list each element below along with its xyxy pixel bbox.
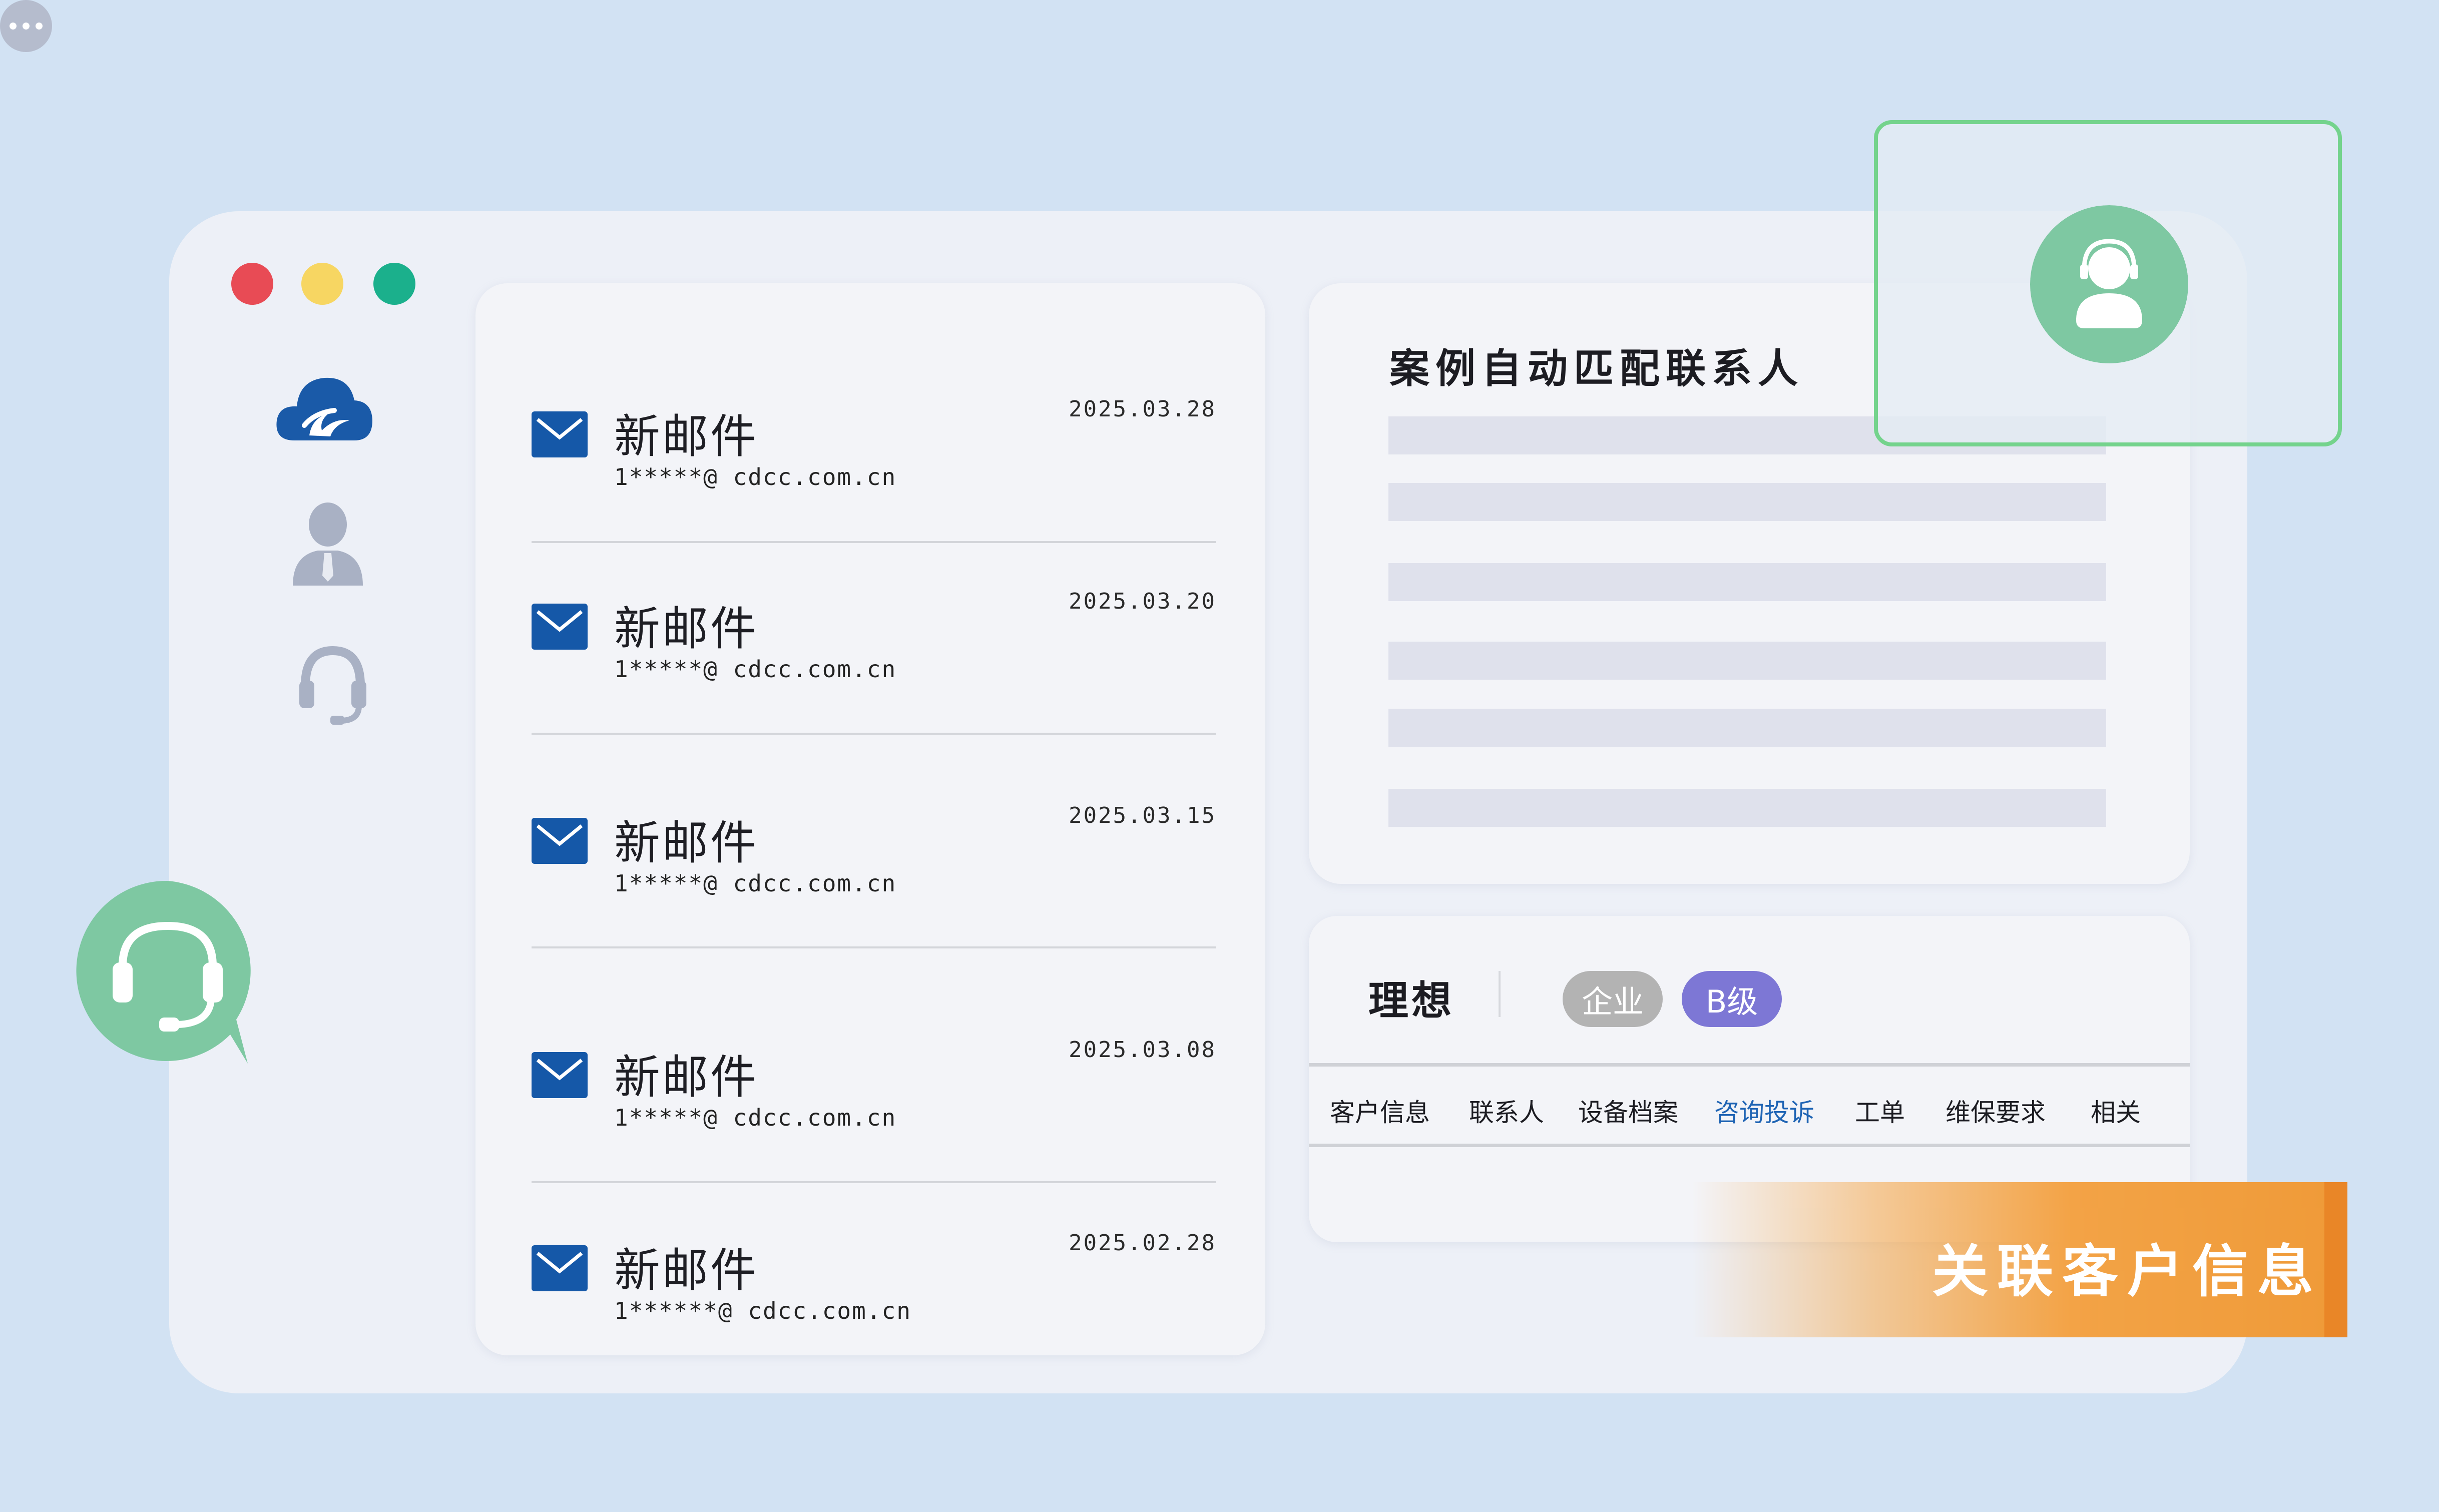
banner-label: 关联客户信息: [1932, 1239, 2322, 1304]
envelope-icon: [532, 411, 588, 457]
mail-divider: [532, 946, 1216, 948]
envelope-icon: [532, 1052, 588, 1098]
tab-contacts[interactable]: 联系人: [1469, 1093, 1544, 1129]
mail-address: 1*****@ cdcc.com.cn: [614, 870, 897, 897]
tab-work-orders[interactable]: 工单: [1855, 1093, 1905, 1129]
placeholder-line: [1388, 789, 2106, 827]
more-dot: [23, 23, 30, 30]
envelope-icon: [532, 818, 588, 864]
mail-title: 新邮件: [614, 602, 759, 656]
mail-divider: [532, 1181, 1216, 1183]
customer-service-chat-icon[interactable]: [75, 878, 260, 1064]
tabs-bottom-border: [1309, 1144, 2190, 1147]
mail-title: 新邮件: [614, 1051, 759, 1104]
envelope-icon: [532, 1245, 588, 1291]
mail-address: 1*****@ cdcc.com.cn: [614, 1104, 897, 1131]
tab-maintenance-requirements[interactable]: 维保要求: [1945, 1093, 2046, 1129]
more-icon[interactable]: [0, 0, 52, 52]
tab-customer-info[interactable]: 客户信息: [1330, 1093, 1430, 1129]
placeholder-line: [1388, 642, 2106, 680]
window-maximize-button[interactable]: [373, 263, 415, 305]
tab-related[interactable]: 相关: [2091, 1093, 2141, 1129]
cloud-logo-icon[interactable]: [274, 370, 374, 445]
case-panel-title: 案例自动匹配联系人: [1389, 345, 1804, 392]
mail-date: 2025.03.08: [1069, 1037, 1216, 1063]
customer-type-badge: 企业: [1563, 971, 1663, 1027]
user-icon[interactable]: [290, 500, 365, 586]
banner-edge: [2324, 1182, 2347, 1337]
customer-grade-badge: B级: [1682, 971, 1782, 1027]
mail-date: 2025.03.15: [1069, 803, 1216, 828]
mail-address: 1******@ cdcc.com.cn: [614, 1297, 911, 1324]
mail-date: 2025.02.28: [1069, 1230, 1216, 1256]
window-close-button[interactable]: [231, 263, 273, 305]
tabs-top-border: [1309, 1063, 2190, 1067]
mail-title: 新邮件: [614, 1244, 759, 1297]
placeholder-line: [1388, 563, 2106, 601]
divider: [1499, 971, 1501, 1017]
window-minimize-button[interactable]: [301, 263, 343, 305]
more-dot: [10, 23, 17, 30]
tab-inquiries-complaints[interactable]: 咨询投诉: [1714, 1093, 1814, 1129]
mail-date: 2025.03.20: [1069, 589, 1216, 614]
placeholder-line: [1388, 483, 2106, 521]
mail-date: 2025.03.28: [1069, 396, 1216, 422]
mail-title: 新邮件: [614, 410, 759, 463]
more-dot: [36, 23, 43, 30]
customer-name: 理想: [1368, 977, 1454, 1024]
mail-divider: [532, 733, 1216, 735]
mail-list-panel: 新邮件 1*****@ cdcc.com.cn 2025.03.28 新邮件 1…: [475, 283, 1265, 1355]
support-agent-avatar-icon: [2030, 205, 2188, 363]
mail-title: 新邮件: [614, 816, 759, 870]
headset-icon[interactable]: [295, 641, 370, 726]
tab-device-records[interactable]: 设备档案: [1578, 1093, 1678, 1129]
mail-divider: [532, 541, 1216, 543]
mail-address: 1*****@ cdcc.com.cn: [614, 463, 897, 490]
placeholder-line: [1388, 709, 2106, 747]
envelope-icon: [532, 604, 588, 650]
mail-address: 1*****@ cdcc.com.cn: [614, 656, 897, 683]
